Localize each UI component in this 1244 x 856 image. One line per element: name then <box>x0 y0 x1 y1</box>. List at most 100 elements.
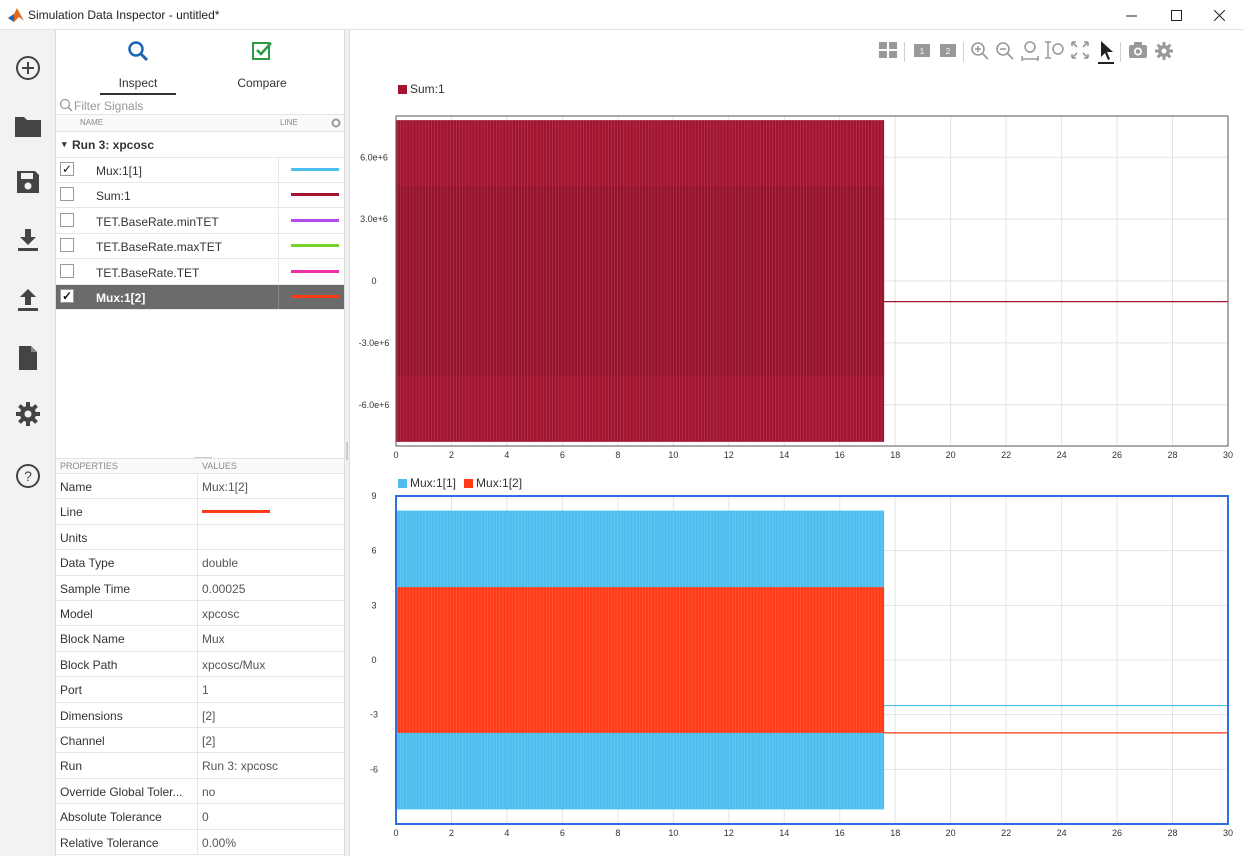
property-key: Units <box>60 530 88 545</box>
property-value[interactable]: Mux <box>202 632 225 646</box>
property-key: Port <box>60 683 83 698</box>
property-row[interactable]: Block Name Mux <box>56 626 344 652</box>
y-tick-label: 9 <box>371 491 376 501</box>
x-tick-label: 6 <box>560 450 565 460</box>
close-button[interactable] <box>1196 0 1242 30</box>
tab-compare-label: Compare <box>237 76 287 90</box>
property-row[interactable]: Run Run 3: xpcosc <box>56 753 344 779</box>
property-value[interactable]: 0.00025 <box>202 582 245 596</box>
signal-checkbox[interactable] <box>60 238 74 253</box>
new-session-button[interactable] <box>10 50 46 86</box>
signal-row[interactable]: Sum:1 <box>56 183 344 209</box>
signal-checkbox[interactable]: ✓ <box>60 289 74 303</box>
tab-compare[interactable]: Compare <box>224 40 300 95</box>
property-value[interactable]: 0 <box>202 810 209 824</box>
signal-checkbox[interactable] <box>60 263 74 278</box>
series-envelope <box>396 587 885 733</box>
tab-inspect-label: Inspect <box>118 76 158 90</box>
property-row[interactable]: Units <box>56 524 344 551</box>
property-key: Block Name <box>60 632 125 647</box>
property-row[interactable]: Data Type double <box>56 550 344 576</box>
property-value[interactable]: Run 3: xpcosc <box>202 759 278 773</box>
preferences-button[interactable] <box>10 396 46 432</box>
property-row[interactable]: Port 1 <box>56 677 344 703</box>
svg-text:?: ? <box>24 468 32 484</box>
y-tick-label: -6 <box>370 764 378 774</box>
property-row[interactable]: Model xpcosc <box>56 601 344 627</box>
x-tick-label: 26 <box>1112 450 1122 460</box>
property-key: Line <box>60 505 83 520</box>
y-tick-label: 6.0e+6 <box>360 152 388 162</box>
signal-row[interactable]: ✓ Mux:1[2] <box>56 285 344 310</box>
x-tick-label: 0 <box>393 450 398 460</box>
property-value[interactable]: xpcosc/Mux <box>202 658 265 672</box>
property-value[interactable]: double <box>202 556 238 570</box>
property-key: Block Path <box>60 657 118 672</box>
property-value[interactable]: no <box>202 785 215 799</box>
signal-line-style[interactable] <box>278 285 344 309</box>
signal-checkbox[interactable]: ✓ <box>60 162 74 176</box>
column-settings-icon[interactable] <box>331 118 341 128</box>
search-icon <box>128 41 149 62</box>
x-tick-label: 2 <box>449 450 454 460</box>
signal-line-style[interactable] <box>278 208 344 233</box>
property-value[interactable]: Mux:1[2] <box>202 480 248 494</box>
signal-table-header: NAME LINE <box>56 114 344 132</box>
signal-row[interactable]: TET.BaseRate.TET <box>56 259 344 285</box>
property-row[interactable]: Name Mux:1[2] <box>56 474 344 500</box>
signal-line-style[interactable] <box>278 259 344 284</box>
x-tick-label: 2 <box>449 828 454 838</box>
y-tick-label: 3.0e+6 <box>360 214 388 224</box>
tab-inspect[interactable]: Inspect <box>100 40 176 95</box>
collapse-arrow-icon[interactable]: ▾ <box>62 139 67 150</box>
signal-row[interactable]: TET.BaseRate.minTET <box>56 208 344 234</box>
plots-canvas[interactable]: 0 2 4 6 8 10 12 14 16 18 20 22 24 26 28 306.0e+63.0e+60… <box>350 30 1244 856</box>
window-title: Simulation Data Inspector - untitled* <box>28 8 220 22</box>
open-button[interactable] <box>10 108 46 144</box>
report-button[interactable] <box>10 340 46 376</box>
property-key: Absolute Tolerance <box>60 810 162 825</box>
signal-row[interactable]: ✓ Mux:1[1] <box>56 158 344 183</box>
property-value[interactable]: xpcosc <box>202 607 239 621</box>
minimize-button[interactable] <box>1108 0 1154 30</box>
property-row[interactable]: Block Path xpcosc/Mux <box>56 651 344 678</box>
property-key: Name <box>60 480 93 494</box>
signal-line-style[interactable] <box>278 158 344 182</box>
property-row[interactable]: Relative Tolerance 0.00% <box>56 829 344 855</box>
maximize-button[interactable] <box>1153 0 1199 30</box>
signal-line-style[interactable] <box>278 234 344 259</box>
x-tick-label: 10 <box>668 450 678 460</box>
signal-checkbox[interactable] <box>60 187 74 202</box>
property-value[interactable]: [2] <box>202 709 215 723</box>
signal-name: Mux:1[1] <box>96 164 143 178</box>
signal-line-style[interactable] <box>278 183 344 208</box>
x-tick-label: 16 <box>835 450 845 460</box>
property-value[interactable]: 1 <box>202 683 209 697</box>
x-tick-label: 26 <box>1112 828 1122 838</box>
column-line-header: LINE <box>280 118 298 127</box>
property-row[interactable]: Dimensions [2] <box>56 702 344 728</box>
save-button[interactable] <box>10 164 46 200</box>
signal-pane: Inspect Compare Filter Signals NAME LINE… <box>56 30 344 856</box>
values-column-header: VALUES <box>202 461 237 471</box>
signal-row[interactable]: TET.BaseRate.maxTET <box>56 234 344 260</box>
signal-checkbox[interactable] <box>60 212 74 227</box>
property-row[interactable]: Absolute Tolerance 0 <box>56 804 344 830</box>
property-row[interactable]: Override Global Toler... no <box>56 778 344 805</box>
property-row[interactable]: Sample Time 0.00025 <box>56 575 344 601</box>
export-button[interactable] <box>10 282 46 318</box>
run-row[interactable]: ▾ Run 3: xpcosc <box>56 132 344 158</box>
y-tick-label: 0 <box>371 276 376 286</box>
property-line-swatch[interactable] <box>202 510 270 514</box>
property-value[interactable]: [2] <box>202 734 215 748</box>
x-tick-label: 16 <box>835 828 845 838</box>
property-row[interactable]: Channel [2] <box>56 728 344 754</box>
line-color-swatch <box>291 193 339 197</box>
help-button[interactable]: ? <box>10 458 46 494</box>
property-value[interactable]: 0.00% <box>202 836 236 850</box>
filter-signals-field[interactable]: Filter Signals <box>56 96 344 114</box>
x-tick-label: 24 <box>1057 450 1067 460</box>
signal-name: Sum:1 <box>96 189 131 204</box>
property-row[interactable]: Line <box>56 499 344 525</box>
import-button[interactable] <box>10 222 46 258</box>
